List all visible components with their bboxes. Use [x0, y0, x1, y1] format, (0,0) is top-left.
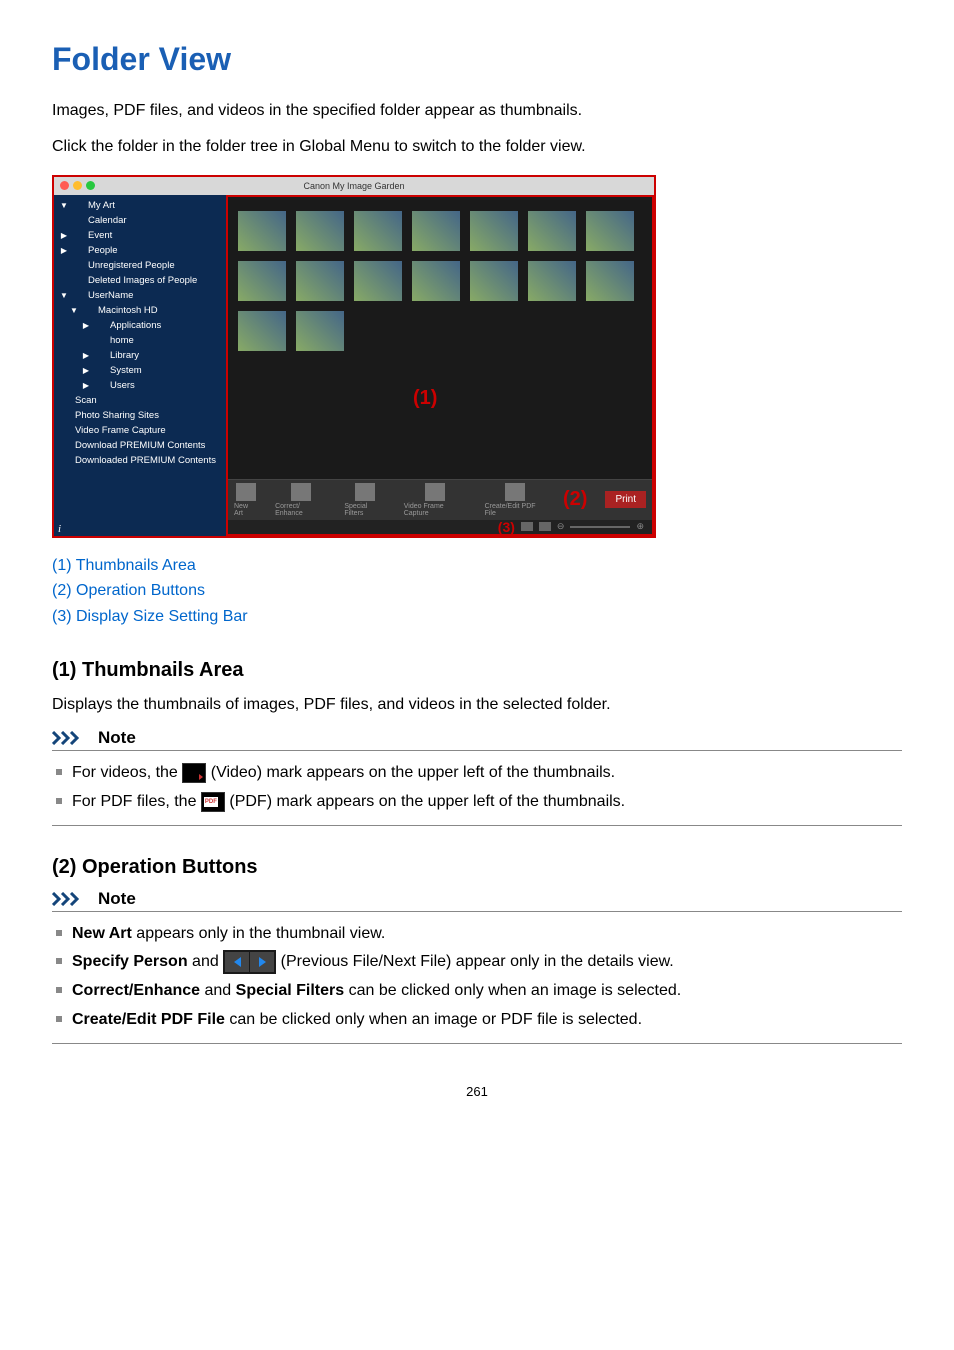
sidebar-item-users[interactable]: ▶Users: [54, 378, 226, 393]
sidebar-item-deleted[interactable]: Deleted Images of People: [54, 273, 226, 288]
note-label-2: Note: [98, 889, 136, 909]
thumbnail[interactable]: [354, 211, 402, 251]
view-thumb-icon[interactable]: [521, 522, 533, 531]
note2-item-4: Create/Edit PDF File can be clicked only…: [52, 1006, 902, 1035]
thumbnail[interactable]: [412, 211, 460, 251]
note2-item-2: Specify Person and (Previous File/Next F…: [52, 948, 902, 977]
section1-desc: Displays the thumbnails of images, PDF f…: [52, 692, 902, 718]
sidebar-item-downloaded-premium[interactable]: Downloaded PREMIUM Contents: [54, 453, 226, 468]
intro-2: Click the folder in the folder tree in G…: [52, 134, 902, 160]
sidebar-item-library[interactable]: ▶Library: [54, 348, 226, 363]
prev-next-icon: [223, 950, 276, 974]
marker-3: (3): [498, 519, 515, 535]
note2-item-1: New Art appears only in the thumbnail vi…: [52, 920, 902, 949]
thumbnail[interactable]: [296, 311, 344, 351]
note-chevron-icon: [52, 731, 90, 745]
sidebar: ▼My Art Calendar ▶Event ▶People Unregist…: [54, 195, 226, 536]
info-icon[interactable]: i: [58, 523, 61, 535]
thumbnail[interactable]: [412, 261, 460, 301]
zoom-in-icon[interactable]: ⊕: [636, 521, 644, 532]
titlebar: Canon My Image Garden: [54, 177, 654, 195]
sidebar-item-system[interactable]: ▶System: [54, 363, 226, 378]
thumbnail[interactable]: [528, 261, 576, 301]
prev-file-icon: [225, 952, 249, 972]
thumbnail[interactable]: [238, 261, 286, 301]
page-number: 261: [52, 1084, 902, 1099]
filters-button[interactable]: Special Filters: [344, 483, 385, 517]
operation-bar: New Art Correct/ Enhance Special Filters…: [228, 479, 652, 520]
link-thumbnails-area[interactable]: (1) Thumbnails Area: [52, 553, 902, 579]
sidebar-item-calendar[interactable]: Calendar: [54, 213, 226, 228]
section2-heading: (2) Operation Buttons: [52, 856, 902, 879]
note-body: For videos, the (Video) mark appears on …: [52, 751, 902, 826]
next-file-icon: [250, 952, 274, 972]
page-title: Folder View: [52, 41, 902, 78]
sidebar-item-scan[interactable]: Scan: [54, 393, 226, 408]
sidebar-item-photosites[interactable]: Photo Sharing Sites: [54, 408, 226, 423]
thumbnail[interactable]: [354, 261, 402, 301]
sidebar-item-macintosh[interactable]: ▼Macintosh HD: [54, 303, 226, 318]
thumbnail-grid: [228, 197, 652, 365]
quick-links: (1) Thumbnails Area (2) Operation Button…: [52, 553, 902, 630]
link-operation-buttons[interactable]: (2) Operation Buttons: [52, 578, 902, 604]
sidebar-item-videocapture[interactable]: Video Frame Capture: [54, 423, 226, 438]
note-chevron-icon: [52, 892, 90, 906]
sidebar-item-download-premium[interactable]: Download PREMIUM Contents: [54, 438, 226, 453]
sidebar-item-event[interactable]: ▶Event: [54, 228, 226, 243]
note-item-video: For videos, the (Video) mark appears on …: [52, 759, 902, 788]
app-screenshot: Canon My Image Garden ▼My Art Calendar ▶…: [52, 175, 656, 538]
newart-button[interactable]: New Art: [234, 483, 257, 517]
thumbnail[interactable]: [296, 261, 344, 301]
display-bar: (3) ⊖ ⊕: [228, 520, 652, 534]
thumbnail[interactable]: [586, 261, 634, 301]
marker-2: (2): [563, 488, 587, 511]
zoom-slider[interactable]: [570, 526, 630, 528]
note-label: Note: [98, 728, 136, 748]
thumbnail[interactable]: [470, 211, 518, 251]
pdf-button[interactable]: Create/Edit PDF File: [485, 483, 545, 517]
sidebar-item-home[interactable]: home: [54, 333, 226, 348]
window-title: Canon My Image Garden: [54, 181, 654, 191]
print-button[interactable]: Print: [605, 491, 646, 508]
videoframe-button[interactable]: Video Frame Capture: [404, 483, 467, 517]
sidebar-item-applications[interactable]: ▶Applications: [54, 318, 226, 333]
thumbnail[interactable]: [296, 211, 344, 251]
section1-heading: (1) Thumbnails Area: [52, 659, 902, 682]
thumbnail[interactable]: [528, 211, 576, 251]
note-header-2: Note: [52, 889, 902, 912]
link-display-size[interactable]: (3) Display Size Setting Bar: [52, 604, 902, 630]
sidebar-item-username[interactable]: ▼UserName: [54, 288, 226, 303]
pdf-mark-icon: [201, 792, 225, 812]
sidebar-item-unregistered[interactable]: Unregistered People: [54, 258, 226, 273]
note-item-pdf: For PDF files, the (PDF) mark appears on…: [52, 788, 902, 817]
content-area: (1) New Art Correct/ Enhance Special Fil…: [226, 195, 654, 536]
thumbnail[interactable]: [470, 261, 518, 301]
thumbnail[interactable]: [586, 211, 634, 251]
note-header: Note: [52, 728, 902, 751]
view-detail-icon[interactable]: [539, 522, 551, 531]
sidebar-item-people[interactable]: ▶People: [54, 243, 226, 258]
marker-1: (1): [413, 387, 437, 410]
sidebar-item-myart[interactable]: ▼My Art: [54, 198, 226, 213]
correct-button[interactable]: Correct/ Enhance: [275, 483, 326, 517]
zoom-out-icon[interactable]: ⊖: [557, 521, 565, 532]
intro-1: Images, PDF files, and videos in the spe…: [52, 98, 902, 124]
video-mark-icon: [182, 763, 206, 783]
note2-item-3: Correct/Enhance and Special Filters can …: [52, 977, 902, 1006]
thumbnail[interactable]: [238, 311, 286, 351]
note-body-2: New Art appears only in the thumbnail vi…: [52, 912, 902, 1044]
thumbnail[interactable]: [238, 211, 286, 251]
